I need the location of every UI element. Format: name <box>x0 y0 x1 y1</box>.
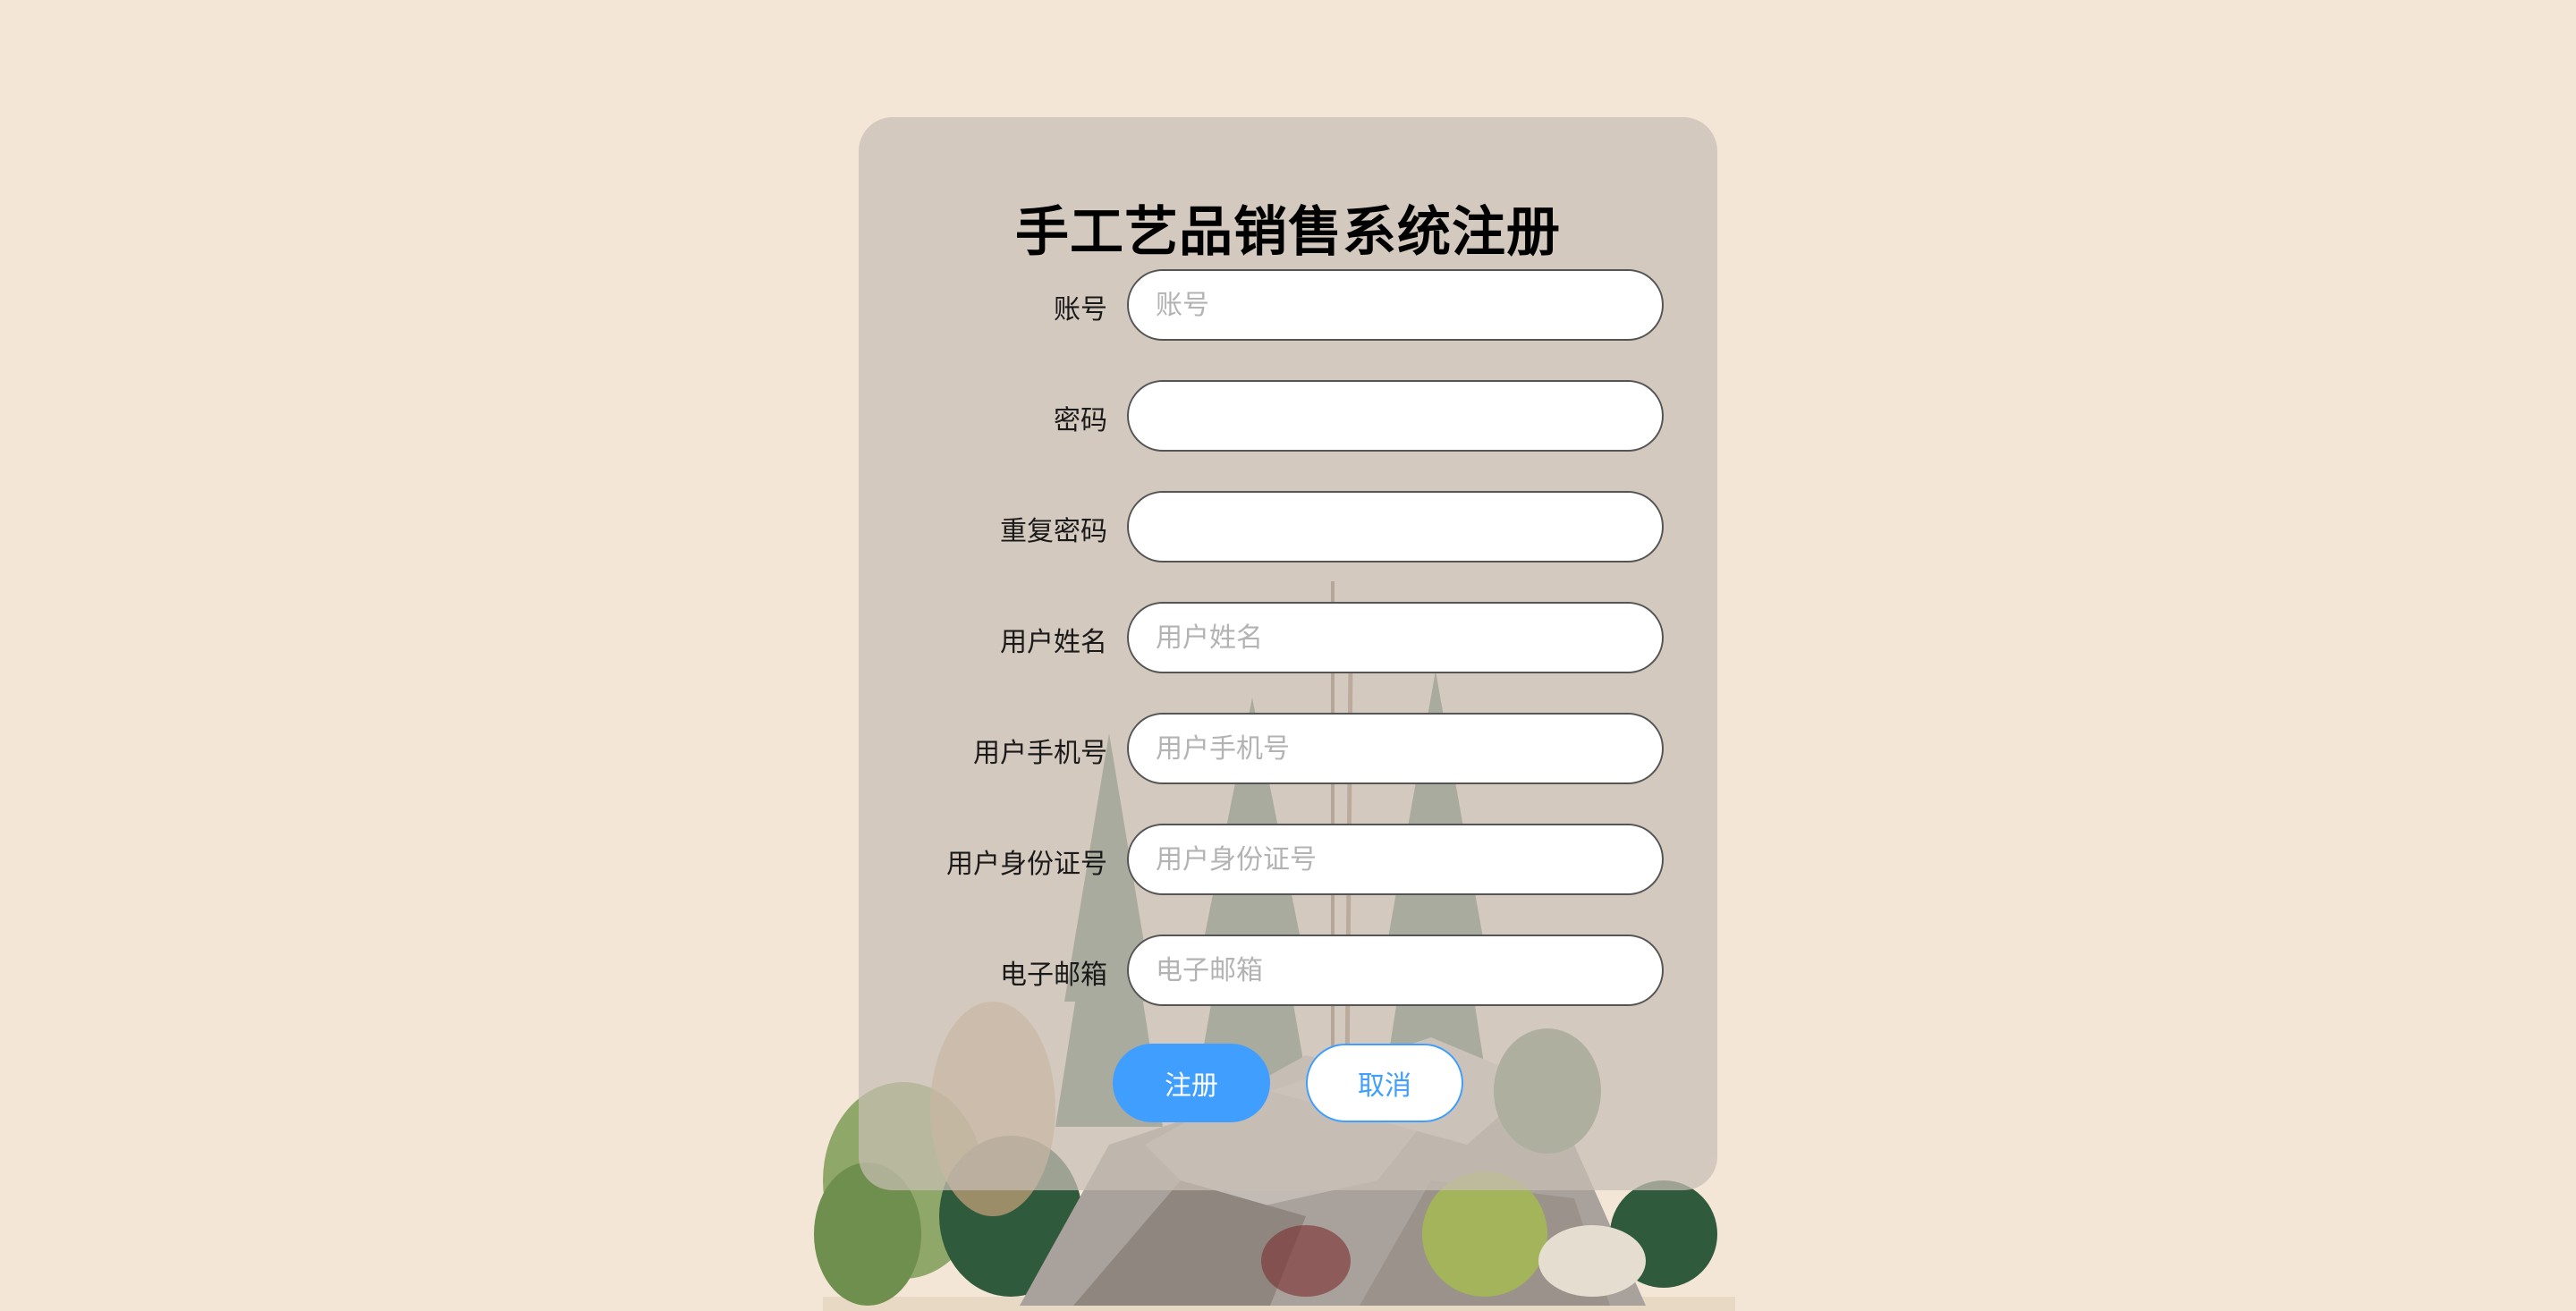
phone-input[interactable] <box>1127 713 1664 784</box>
phone-row: 用户手机号 <box>859 713 1717 784</box>
email-row: 电子邮箱 <box>859 935 1717 1006</box>
repeat-password-input[interactable] <box>1127 491 1664 562</box>
repeat-password-label: 重复密码 <box>1000 516 1107 547</box>
account-label: 账号 <box>1054 294 1107 326</box>
register-button[interactable]: 注册 <box>1113 1044 1270 1122</box>
id-card-row: 用户身份证号 <box>859 824 1717 895</box>
repeat-password-row: 重复密码 <box>859 491 1717 562</box>
cancel-button[interactable]: 取消 <box>1306 1044 1463 1122</box>
user-name-input[interactable] <box>1127 602 1664 673</box>
register-card: 手工艺品销售系统注册 账号 密码 重复密码 用户姓名 用户手机号 用户身份证号 … <box>859 117 1717 1190</box>
id-card-input[interactable] <box>1127 824 1664 895</box>
form-actions: 注册 取消 <box>859 1044 1717 1126</box>
account-input[interactable] <box>1127 269 1664 341</box>
account-row: 账号 <box>859 269 1717 341</box>
email-label: 电子邮箱 <box>1000 960 1107 991</box>
id-card-label: 用户身份证号 <box>946 849 1107 880</box>
password-input[interactable] <box>1127 380 1664 452</box>
user-name-label: 用户姓名 <box>1000 627 1107 658</box>
user-name-row: 用户姓名 <box>859 602 1717 673</box>
phone-label: 用户手机号 <box>973 738 1107 769</box>
email-input[interactable] <box>1127 935 1664 1006</box>
password-row: 密码 <box>859 380 1717 452</box>
page-title: 手工艺品销售系统注册 <box>1015 201 1561 264</box>
password-label: 密码 <box>1054 405 1107 436</box>
